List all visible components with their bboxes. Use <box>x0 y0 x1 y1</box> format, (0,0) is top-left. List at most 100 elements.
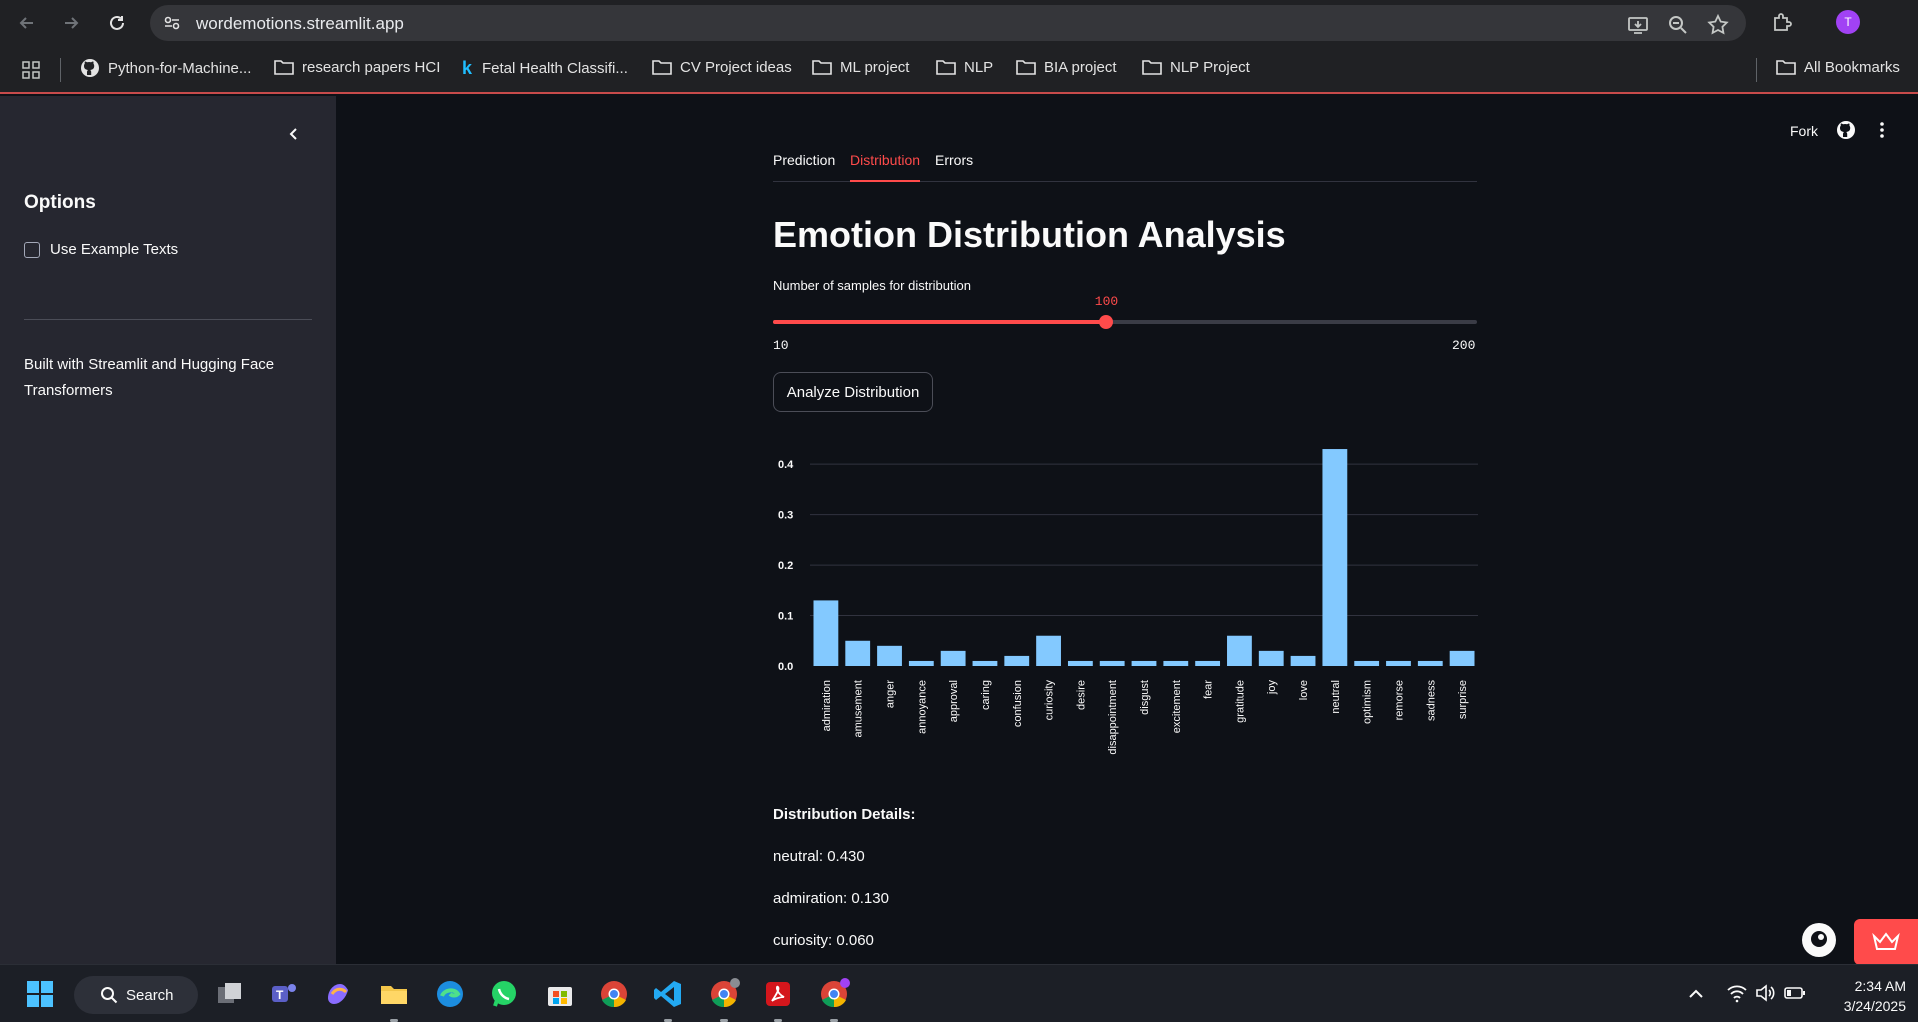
bookmark-python-for-machine[interactable]: Python-for-Machine... <box>80 58 251 78</box>
x-tick-label: love <box>1298 680 1310 700</box>
bar-annoyance[interactable] <box>908 660 934 666</box>
divider <box>60 58 61 82</box>
sidebar-footer: Built with Streamlit and Hugging Face Tr… <box>24 356 275 399</box>
vscode-icon[interactable] <box>652 978 684 1010</box>
install-app-icon[interactable] <box>1626 13 1650 37</box>
acrobat-icon[interactable] <box>762 978 794 1010</box>
x-tick-label: approval <box>948 680 960 722</box>
slider-label: Number of samples for distribution <box>773 278 971 293</box>
chevron-left-icon[interactable] <box>284 124 304 144</box>
copilot-icon[interactable] <box>322 978 354 1010</box>
detail-item: neutral: 0.430 <box>773 848 865 865</box>
bar-sadness[interactable] <box>1417 660 1443 666</box>
bar-joy[interactable] <box>1258 650 1284 666</box>
bar-fear[interactable] <box>1195 660 1221 666</box>
bar-excitement[interactable] <box>1163 660 1189 666</box>
edge-icon[interactable] <box>434 978 466 1010</box>
page-title: Emotion Distribution Analysis <box>773 214 1286 255</box>
clock[interactable]: 2:34 AM 3/24/2025 <box>1820 976 1906 1016</box>
bookmark-ml-project[interactable]: ML project <box>812 58 909 76</box>
bar-caring[interactable] <box>972 660 998 666</box>
back-button[interactable] <box>12 8 42 38</box>
chrome-profile-t-icon[interactable] <box>818 978 850 1010</box>
bar-confusion[interactable] <box>1004 655 1030 666</box>
profile-avatar[interactable]: T <box>1836 10 1860 34</box>
windows-taskbar: Search T 2:34 AM 3/24/2025 <box>0 964 1918 1022</box>
bar-remorse[interactable] <box>1386 660 1411 666</box>
bar-anger[interactable] <box>877 645 902 666</box>
x-tick-label: anger <box>885 680 897 708</box>
samples-slider[interactable]: 100 <box>773 294 1477 329</box>
slider-value: 100 <box>1094 294 1119 309</box>
bookmark-label: CV Project ideas <box>680 58 792 76</box>
bookmark-nlp[interactable]: NLP <box>936 58 993 76</box>
bar-curiosity[interactable] <box>1036 635 1061 666</box>
site-settings-icon[interactable] <box>162 13 182 33</box>
bookmark-star-icon[interactable] <box>1706 13 1730 37</box>
use-example-texts-checkbox[interactable]: Use Example Texts <box>24 241 178 258</box>
x-tick-label: surprise <box>1457 680 1469 719</box>
bookmark-nlp-project[interactable]: NLP Project <box>1142 58 1250 76</box>
github-icon <box>81 59 99 77</box>
bar-admiration[interactable] <box>813 600 839 666</box>
volume-icon[interactable] <box>1754 983 1776 1003</box>
github-icon[interactable] <box>1836 120 1856 140</box>
apps-grid-icon[interactable] <box>22 61 40 79</box>
tab-prediction[interactable]: Prediction <box>773 152 835 180</box>
x-tick-label: joy <box>1266 680 1278 696</box>
bar-disappointment[interactable] <box>1099 660 1125 666</box>
chevron-up-icon[interactable] <box>1688 987 1704 999</box>
microsoft-store-icon[interactable] <box>544 978 576 1010</box>
bar-disgust[interactable] <box>1131 660 1157 666</box>
x-tick-label: annoyance <box>916 680 928 734</box>
whatsapp-icon[interactable] <box>488 978 520 1010</box>
taskbar-search[interactable]: Search <box>74 976 198 1014</box>
checkbox-box[interactable] <box>24 241 40 258</box>
streamlit-avatar-icon[interactable] <box>1802 923 1836 957</box>
bar-optimism[interactable] <box>1354 660 1380 666</box>
bar-amusement[interactable] <box>845 640 871 666</box>
x-tick-label: desire <box>1075 680 1087 710</box>
wifi-icon[interactable] <box>1726 983 1748 1003</box>
date-text: 3/24/2025 <box>1843 998 1906 1014</box>
kebab-menu-icon[interactable] <box>1872 120 1892 140</box>
bar-gratitude[interactable] <box>1227 635 1252 666</box>
y-tick-label: 0.0 <box>778 661 793 673</box>
bar-neutral[interactable] <box>1322 449 1348 666</box>
bar-love[interactable] <box>1290 655 1316 666</box>
bar-surprise[interactable] <box>1449 650 1475 666</box>
url-text[interactable]: wordemotions.streamlit.app <box>196 14 404 34</box>
manage-app-button[interactable] <box>1854 919 1918 965</box>
reload-button[interactable] <box>102 8 132 38</box>
teams-icon[interactable]: T <box>268 978 300 1010</box>
tab-errors[interactable]: Errors <box>935 152 973 180</box>
bookmark-cv-project-ideas[interactable]: CV Project ideas <box>652 58 792 76</box>
slider-thumb[interactable] <box>1099 315 1114 329</box>
all-bookmarks[interactable]: All Bookmarks <box>1776 58 1900 76</box>
tab-distribution[interactable]: Distribution <box>850 152 921 182</box>
task-view-icon[interactable] <box>214 978 246 1010</box>
bookmark-label: Fetal Health Classifi... <box>482 60 628 77</box>
x-tick-label: neutral <box>1330 680 1342 714</box>
file-explorer-icon[interactable] <box>378 978 410 1010</box>
chrome-icon[interactable] <box>598 978 630 1010</box>
browser-toolbar: wordemotions.streamlit.app T <box>0 0 1918 46</box>
bookmark-bia-project[interactable]: BIA project <box>1016 58 1117 76</box>
bookmark-research-papers-hci[interactable]: research papers HCI <box>274 58 440 76</box>
analyze-distribution-button[interactable]: Analyze Distribution <box>773 372 933 412</box>
divider <box>24 319 312 320</box>
reload-icon <box>110 15 124 30</box>
extensions-icon[interactable] <box>1770 11 1794 35</box>
battery-icon[interactable] <box>1784 985 1806 1001</box>
fork-button[interactable]: Fork <box>1790 123 1818 139</box>
bookmark-fetal-health[interactable]: k Fetal Health Classifi... <box>462 58 628 79</box>
x-tick-label: curiosity <box>1044 680 1056 721</box>
bar-desire[interactable] <box>1067 660 1093 666</box>
forward-button[interactable] <box>56 8 86 38</box>
address-bar[interactable]: wordemotions.streamlit.app <box>150 5 1746 41</box>
detail-item: curiosity: 0.060 <box>773 932 874 949</box>
chrome-profile-icon[interactable] <box>708 978 740 1010</box>
zoom-icon[interactable] <box>1666 13 1690 37</box>
bar-approval[interactable] <box>940 650 966 666</box>
windows-start-icon[interactable] <box>24 978 56 1010</box>
